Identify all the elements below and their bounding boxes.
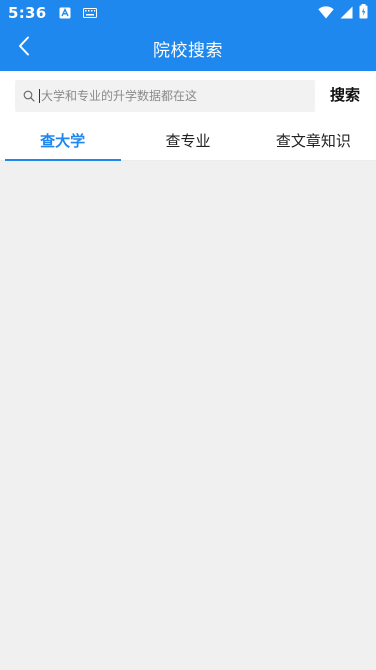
status-bar: 5:36 xyxy=(0,0,376,26)
back-button[interactable] xyxy=(10,34,38,62)
screen: 5:36 院校搜索 大学和专业的升学数据都在这 搜索 查大学 查专业 查文章知识 xyxy=(0,0,376,670)
text-cursor xyxy=(39,89,40,103)
app-bar: 院校搜索 xyxy=(0,26,376,71)
tab-universities[interactable]: 查大学 xyxy=(0,121,125,161)
search-icon xyxy=(23,90,35,102)
notification-a-icon xyxy=(59,7,71,19)
search-panel: 搜索 查大学 查专业 查文章知识 xyxy=(0,71,376,161)
status-time: 5:36 xyxy=(8,4,47,22)
page-title: 院校搜索 xyxy=(153,41,223,61)
results-area xyxy=(0,161,376,670)
chevron-left-icon xyxy=(18,36,30,60)
search-row: 搜索 xyxy=(0,80,376,112)
tab-majors[interactable]: 查专业 xyxy=(125,121,250,160)
search-box[interactable] xyxy=(15,80,315,112)
signal-icon xyxy=(340,4,353,23)
tab-articles[interactable]: 查文章知识 xyxy=(251,121,376,160)
battery-icon xyxy=(359,3,368,23)
keyboard-icon xyxy=(82,8,97,18)
status-right-icons xyxy=(318,3,368,23)
search-button[interactable]: 搜索 xyxy=(330,84,360,105)
wifi-icon xyxy=(318,4,334,23)
tab-bar: 查大学 查专业 查文章知识 xyxy=(0,121,376,161)
search-input[interactable] xyxy=(41,86,291,106)
